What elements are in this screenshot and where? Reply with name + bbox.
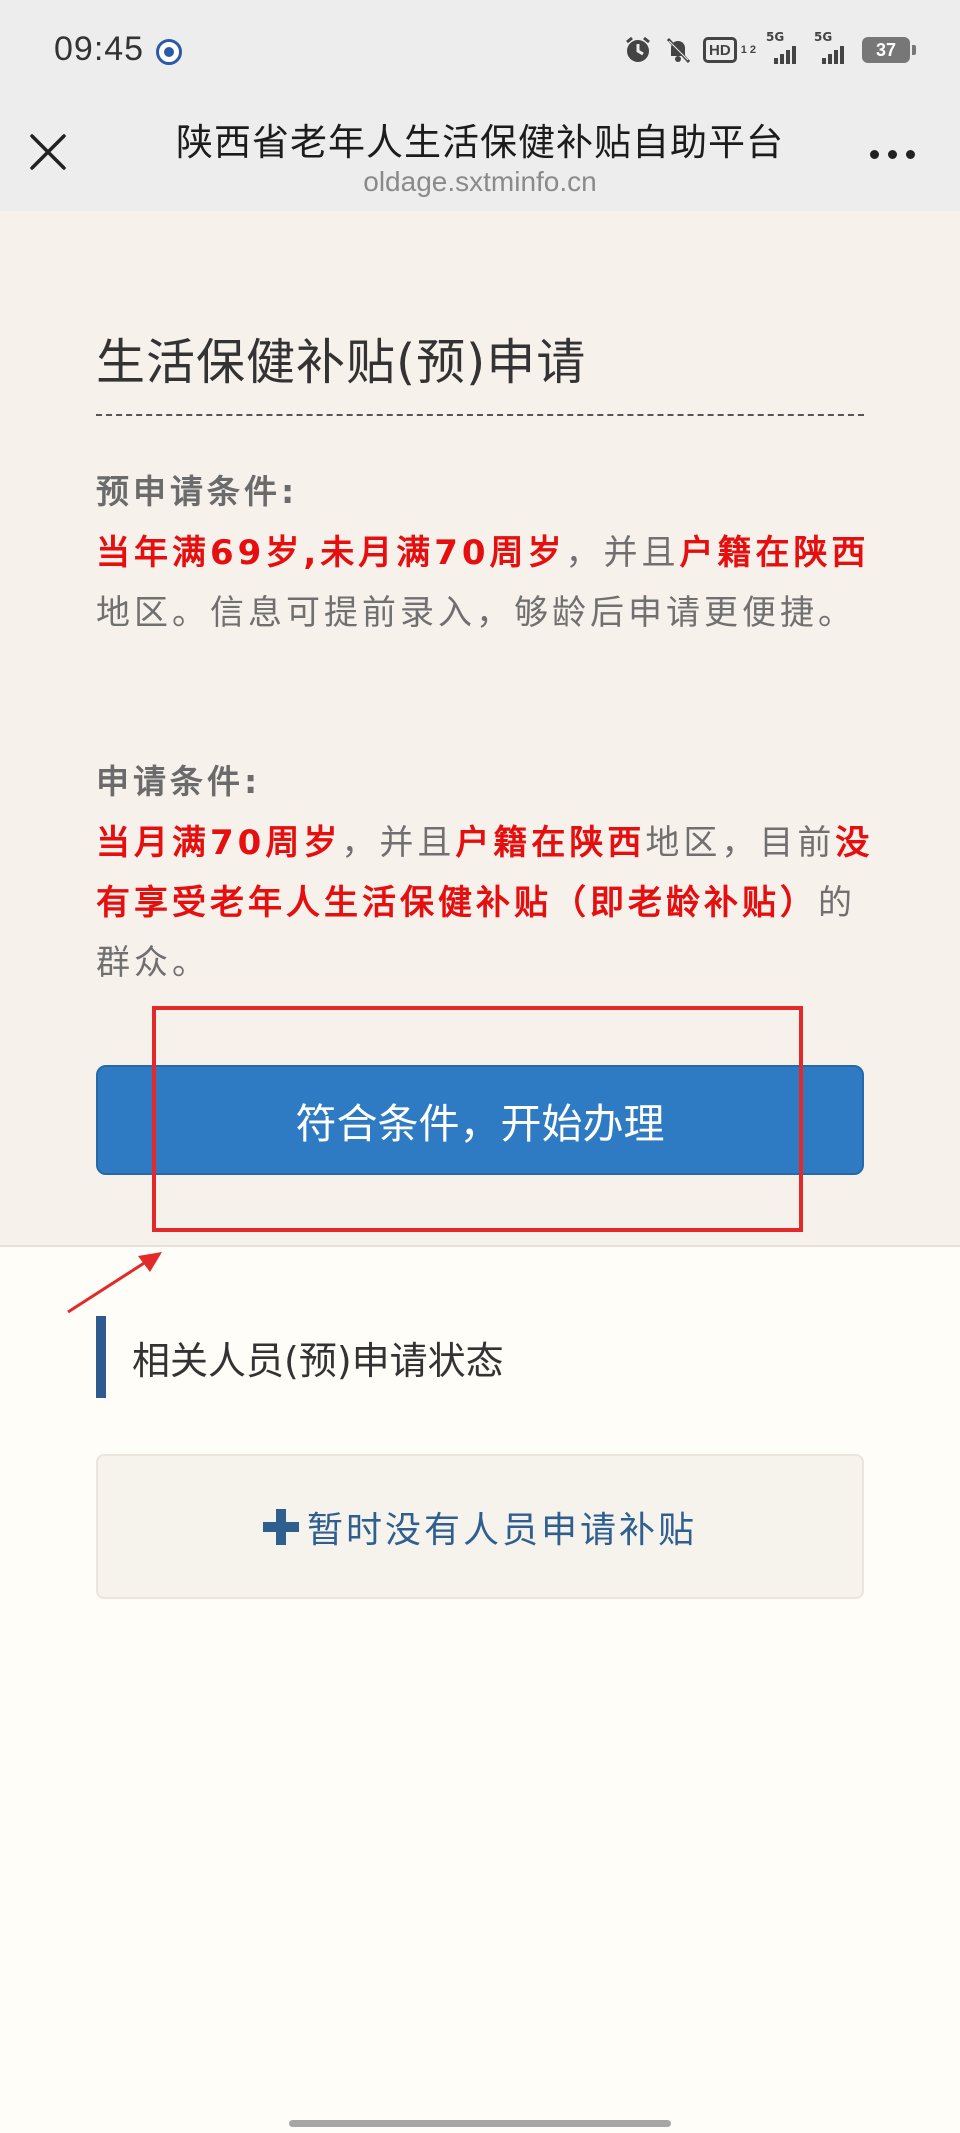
pre-conditions-text: 当年满69岁,未月满70周岁，并且户籍在陕西地区。信息可提前录入，够龄后申请更便… bbox=[96, 523, 876, 643]
conditions-text-2: 地区，目前 bbox=[645, 823, 836, 863]
app-notification-icon bbox=[156, 39, 182, 65]
home-indicator[interactable] bbox=[289, 2120, 671, 2127]
status-section-heading: 相关人员(预)申请状态 bbox=[132, 1339, 504, 1383]
signal2-label: 5G bbox=[814, 30, 833, 44]
no-applicant-panel[interactable]: 暂时没有人员申请补贴 bbox=[96, 1454, 864, 1599]
conditions-highlight-household: 户籍在陕西 bbox=[455, 823, 646, 863]
application-panel: 生活保健补贴(预)申请 预申请条件: 当年满69岁,未月满70周岁，并且户籍在陕… bbox=[0, 211, 960, 1247]
status-icons: HD 1 2 5G 5G 37 bbox=[623, 30, 916, 68]
pre-conditions-highlight-age: 当年满69岁,未月满70周岁 bbox=[96, 533, 566, 573]
webview-title-bar: 陕西省老年人生活保健补贴自助平台 oldage.sxtminfo.cn bbox=[0, 100, 960, 211]
bell-muted-icon bbox=[666, 37, 691, 64]
annotation-arrow-icon bbox=[67, 1252, 162, 1314]
signal-5g-1-icon: 5G bbox=[766, 30, 804, 64]
hd-label: HD bbox=[709, 41, 731, 59]
hd-voice-icon: HD bbox=[703, 37, 737, 63]
pre-conditions-label: 预申请条件: bbox=[96, 472, 299, 511]
status-heading-accent bbox=[96, 1316, 106, 1398]
conditions-highlight-age: 当月满70周岁 bbox=[96, 823, 342, 863]
plus-icon bbox=[262, 1508, 299, 1545]
signal1-label: 5G bbox=[766, 30, 785, 44]
pre-conditions-highlight-household: 户籍在陕西 bbox=[679, 533, 870, 573]
more-options-icon[interactable] bbox=[870, 144, 916, 164]
dotted-divider bbox=[96, 414, 864, 416]
no-applicant-message: 暂时没有人员申请补贴 bbox=[306, 1509, 697, 1551]
conditions-text: 当月满70周岁，并且户籍在陕西地区，目前没有享受老年人生活保健补贴（即老龄补贴）… bbox=[96, 813, 876, 993]
battery-level: 37 bbox=[875, 39, 897, 60]
page-title: 陕西省老年人生活保健补贴自助平台 bbox=[176, 121, 784, 164]
conditions-text-1: ，并且 bbox=[341, 823, 456, 863]
battery-icon: 37 bbox=[862, 37, 916, 63]
section-heading: 生活保健补贴(预)申请 bbox=[96, 334, 587, 391]
pre-conditions-text-2: 地区。信息可提前录入，够龄后申请更便捷。 bbox=[96, 593, 856, 633]
status-time: 09:45 bbox=[54, 30, 145, 68]
conditions-label: 申请条件: bbox=[96, 762, 262, 801]
page-url: oldage.sxtminfo.cn bbox=[363, 166, 597, 197]
alarm-icon bbox=[626, 36, 650, 62]
pre-conditions-text-1: ，并且 bbox=[565, 533, 680, 573]
signal-5g-2-icon: 5G bbox=[814, 30, 852, 64]
status-bar: 09:45 HD 1 2 5G 5G 37 bbox=[0, 0, 960, 100]
start-application-button[interactable]: 符合条件，开始办理 bbox=[96, 1065, 864, 1175]
hd-sub-label: 1 2 bbox=[740, 44, 756, 56]
